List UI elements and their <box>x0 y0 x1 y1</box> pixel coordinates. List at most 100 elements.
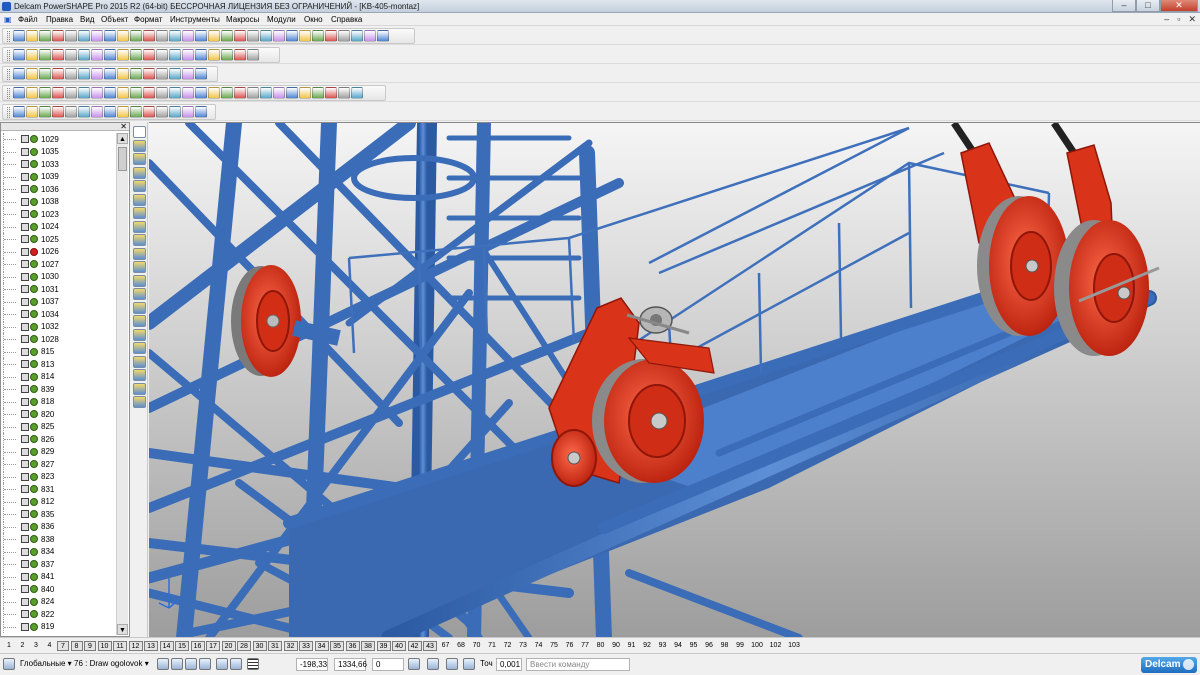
toolbar-button[interactable] <box>312 30 324 42</box>
level-button[interactable]: 68 <box>454 641 468 651</box>
create-tool-icon[interactable] <box>133 153 146 165</box>
level-button[interactable]: 35 <box>330 641 344 651</box>
toolbar-button[interactable] <box>117 30 129 42</box>
toolbar-button[interactable] <box>26 49 38 61</box>
coord-x-field[interactable]: -198,33 <box>296 658 328 671</box>
print-icon[interactable] <box>463 658 475 670</box>
tree-item[interactable]: 1027 <box>3 258 115 271</box>
menu-object[interactable]: Объект <box>101 15 128 24</box>
tree-item[interactable]: 1028 <box>3 333 115 346</box>
toolbar-button[interactable] <box>221 87 233 99</box>
level-button[interactable]: 30 <box>252 641 267 651</box>
tree-item[interactable]: 814 <box>3 370 115 384</box>
toolbar-button[interactable] <box>299 30 311 42</box>
toolbar-button[interactable] <box>13 49 25 61</box>
toolbar-button[interactable] <box>91 106 103 118</box>
tree-item[interactable]: 841 <box>3 570 115 584</box>
toolbar-button[interactable] <box>91 30 103 42</box>
ruler-icon[interactable] <box>427 658 439 670</box>
toolbar-button[interactable] <box>65 87 77 99</box>
tree-item[interactable]: 822 <box>3 608 115 621</box>
toolbar-button[interactable] <box>169 68 181 80</box>
toolbar-button[interactable] <box>65 30 77 42</box>
tree-item[interactable]: 840 <box>3 583 115 596</box>
level-button[interactable]: 11 <box>113 641 127 651</box>
tree-item[interactable]: 1035 <box>3 145 115 159</box>
create-tool-icon[interactable] <box>133 315 146 327</box>
toolbar-button[interactable] <box>104 106 116 118</box>
workplane-select[interactable]: Глобальные ▾ <box>20 658 72 671</box>
toolbar-button[interactable] <box>143 68 155 80</box>
toolbar-button[interactable] <box>39 106 51 118</box>
calculator-icon[interactable] <box>408 658 420 670</box>
level-button[interactable]: 75 <box>547 641 561 651</box>
create-tool-icon[interactable] <box>133 220 146 233</box>
level-button[interactable]: 42 <box>407 641 422 651</box>
toolbar-button[interactable] <box>91 49 103 61</box>
menu-window[interactable]: Окно <box>304 15 323 24</box>
toolbar-button[interactable] <box>26 68 38 80</box>
toolbar-button[interactable] <box>260 87 272 99</box>
command-input[interactable]: Ввести команду <box>526 658 630 671</box>
level-button[interactable]: 90 <box>609 641 623 651</box>
toolbar-button[interactable] <box>195 49 207 61</box>
level-button[interactable]: 76 <box>563 641 577 651</box>
tree-item[interactable]: 820 <box>3 408 115 421</box>
tree-item[interactable]: 837 <box>3 558 115 571</box>
toolbar-button[interactable] <box>117 49 129 61</box>
toolbar-button[interactable] <box>130 106 142 118</box>
level-button[interactable]: 92 <box>640 641 654 651</box>
toolbar-button[interactable] <box>91 87 103 99</box>
toolbar-button[interactable] <box>13 30 25 42</box>
tree-item[interactable]: 1025 <box>3 233 115 246</box>
toolbar-button[interactable] <box>286 30 298 42</box>
level-button[interactable]: 38 <box>361 641 375 651</box>
toolbar-button[interactable] <box>182 68 194 80</box>
toolbar-button[interactable] <box>156 68 168 80</box>
toolbar-button[interactable] <box>156 30 168 42</box>
level-button[interactable]: 2 <box>17 641 29 651</box>
tree-item[interactable]: 1037 <box>3 295 115 309</box>
toolbar-button[interactable] <box>117 68 129 80</box>
level-button[interactable]: 4 <box>44 641 56 651</box>
menu-help[interactable]: Справка <box>331 15 362 24</box>
toolbar-button[interactable] <box>325 87 337 99</box>
tree-item[interactable]: 823 <box>3 470 115 484</box>
create-tool-icon[interactable] <box>133 274 146 287</box>
tree-item[interactable]: 834 <box>3 545 115 559</box>
toolbar-button[interactable] <box>104 49 116 61</box>
toolbar-grip[interactable] <box>7 49 10 61</box>
level-button[interactable]: 98 <box>718 641 732 651</box>
toolbar-button[interactable] <box>182 87 194 99</box>
toolbar-button[interactable] <box>65 49 77 61</box>
level-button[interactable]: 7 <box>57 641 69 651</box>
create-tool-icon[interactable] <box>133 261 146 273</box>
level-button[interactable]: 20 <box>221 641 236 651</box>
toolbar-button[interactable] <box>195 87 207 99</box>
tree-item[interactable]: 815 <box>3 345 115 359</box>
level-button[interactable]: 74 <box>532 641 546 651</box>
toolbar-button[interactable] <box>169 87 181 99</box>
tolerance-field[interactable]: 0,001 <box>496 658 522 671</box>
tree-item[interactable]: 824 <box>3 595 115 609</box>
create-tool-icon[interactable] <box>133 328 146 341</box>
menu-view[interactable]: Вид <box>80 15 94 24</box>
tree-item[interactable]: 827 <box>3 458 115 471</box>
level-button[interactable]: 32 <box>283 641 298 651</box>
minimize-button[interactable]: – <box>1112 0 1136 12</box>
toolbar-button[interactable] <box>247 49 259 61</box>
level-select[interactable]: 76 : Draw ogolovok ▾ <box>74 658 149 671</box>
tree-item[interactable]: 818 <box>3 395 115 409</box>
level-icon-2[interactable] <box>171 658 183 670</box>
level-button[interactable]: 13 <box>144 641 158 651</box>
scroll-up-icon[interactable]: ▲ <box>117 133 128 144</box>
level-icon-1[interactable] <box>157 658 169 670</box>
tree-item[interactable]: 813 <box>3 358 115 371</box>
level-button[interactable]: 91 <box>625 641 639 651</box>
level-button[interactable]: 3 <box>30 641 42 651</box>
create-tool-icon[interactable] <box>133 288 146 300</box>
toolbar-button[interactable] <box>247 30 259 42</box>
toolbar-button[interactable] <box>117 87 129 99</box>
toolbar-button[interactable] <box>130 68 142 80</box>
toolbar-button[interactable] <box>39 68 51 80</box>
